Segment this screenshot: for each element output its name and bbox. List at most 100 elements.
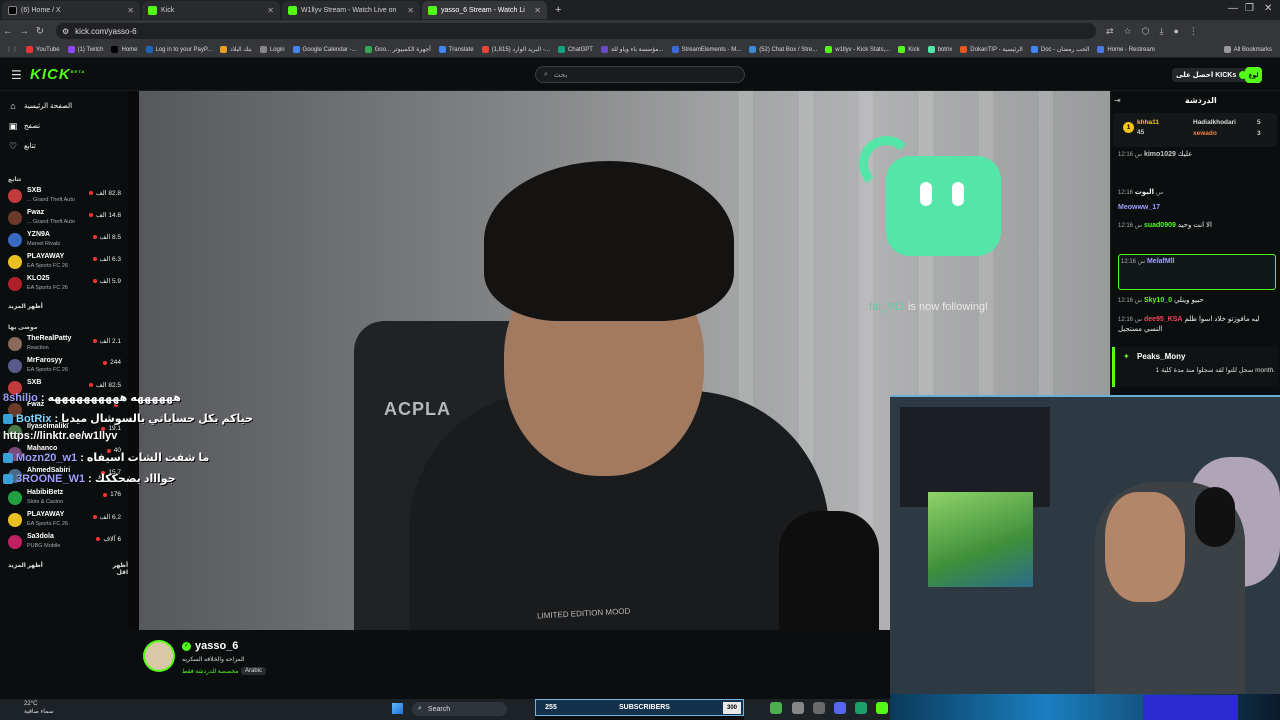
url-field[interactable]: ⚙ kick.com/yasso-6 <box>56 23 1096 39</box>
all-bookmarks[interactable]: All Bookmarks <box>1223 46 1272 53</box>
channel-name: TheRealPatty <box>27 335 72 342</box>
bookmark-item[interactable]: w1llyv - Kick Stats,... <box>825 46 890 53</box>
bookmark-item[interactable]: botrix <box>927 46 952 53</box>
app-icon[interactable] <box>876 702 888 714</box>
live-dot-icon <box>92 279 97 283</box>
app-icon[interactable] <box>792 702 804 714</box>
subscriber-goal-bar: 255 SUBSCRIBERS 300 <box>535 699 744 716</box>
viewer-count: 82.8 الف <box>89 189 121 197</box>
bookmark-item[interactable]: (1) Twitch <box>67 46 103 53</box>
close-icon[interactable]: ✕ <box>267 6 274 15</box>
hamburger-menu-icon[interactable]: ☰ <box>11 68 22 82</box>
channel-name: Fwaz <box>27 209 45 216</box>
browser-tab-kick[interactable]: Kick ✕ <box>142 1 280 19</box>
browser-tab-x[interactable]: (6) Home / X ✕ <box>2 1 140 19</box>
show-more-recommended[interactable]: أظهر المزيد <box>8 562 43 569</box>
reload-icon[interactable]: ↻ <box>32 26 48 37</box>
channel-category: Grand Theft Auto ... <box>27 197 75 203</box>
download-icon[interactable]: ⤓ <box>1159 26 1163 37</box>
kick-icon <box>288 5 297 15</box>
nav-following[interactable]: ♡ تتابع <box>8 138 126 154</box>
leader-count: 5 <box>1257 119 1261 126</box>
show-more-following[interactable]: أظهر المزيد <box>8 303 43 310</box>
back-icon[interactable]: ← <box>0 26 16 37</box>
show-less[interactable]: أظهر اقل <box>100 562 128 576</box>
new-tab-button[interactable]: + <box>555 4 561 16</box>
stream-category[interactable]: مخصصة للدردشة فقط <box>182 668 238 675</box>
webcam-overlay <box>890 395 1280 720</box>
bookmark-star-icon[interactable]: ☆ <box>1124 26 1132 37</box>
following-channel[interactable]: PLAYAWAY EA Sports FC 26 6.3 الف <box>8 251 121 273</box>
bookmark-item[interactable]: مؤسسة باء وياو للة... <box>600 46 664 53</box>
streamer-username[interactable]: yasso_6 <box>195 640 238 652</box>
search-input[interactable]: ⌕ بحث <box>535 66 745 83</box>
forward-icon[interactable]: → <box>16 26 32 37</box>
translate-icon[interactable]: ⇄ <box>1106 26 1114 37</box>
channel-category: Marvel Rivals <box>27 241 61 247</box>
following-channel[interactable]: YZN9A Marvel Rivals 8.5 الف <box>8 229 121 251</box>
app-icon[interactable] <box>855 702 867 714</box>
extensions-icon[interactable]: ⬡ <box>1142 26 1150 37</box>
home-icon: ⌂ <box>10 101 16 111</box>
bookmark-item[interactable]: Doc - الحب رمضان <box>1030 46 1089 53</box>
overlay-chat-line: 8shilio : ههههههه ههههههههههه <box>3 392 181 404</box>
login-button[interactable]: لوغ <box>1245 67 1262 83</box>
weather-widget[interactable]: 22°C سماء صافية <box>24 700 54 716</box>
live-dot-icon <box>92 235 97 239</box>
discord-icon[interactable] <box>834 702 846 714</box>
nav-browse[interactable]: ▣ تصفح <box>8 118 126 134</box>
bookmark-item[interactable]: Home - Restream <box>1097 46 1155 53</box>
following-channel[interactable]: SXB Grand Theft Auto ... 82.8 الف <box>8 185 121 207</box>
overlay-chat-link: https://linktr.ee/w1llyv <box>3 430 118 442</box>
bookmark-item[interactable]: DokanTIP - الرئيسية <box>960 46 1023 53</box>
bookmark-item[interactable]: بنك البلاد <box>220 46 252 53</box>
overlay-chat-line: BotRix : حياكم بكل حساباتي بالسوشال ميدي… <box>3 412 253 425</box>
minimize-icon[interactable]: — <box>1228 3 1238 14</box>
close-window-icon[interactable]: ✕ <box>1264 3 1272 14</box>
maximize-icon[interactable]: ❐ <box>1245 3 1254 14</box>
browser-tab-yasso[interactable]: yasso_6 Stream - Watch Li ✕ <box>422 1 547 19</box>
close-icon[interactable]: ✕ <box>127 6 134 15</box>
bookmark-item[interactable]: Login <box>259 46 285 53</box>
bookmark-item[interactable]: Kick <box>898 46 920 53</box>
app-icon[interactable] <box>770 702 782 714</box>
kick-logo[interactable]: KICKBETA <box>30 66 85 83</box>
verified-icon: ✓ <box>182 642 191 651</box>
apps-icon[interactable]: ⋮⋮ <box>6 46 18 53</box>
bookmark-item[interactable]: Google Calendar -... <box>292 46 357 53</box>
browser-tab-w1llyv[interactable]: W1llyv Stream - Watch Live on ✕ <box>282 1 420 19</box>
bookmark-item[interactable]: Translate <box>438 46 474 53</box>
language-tag[interactable]: Arabic <box>241 667 267 675</box>
taskbar-search[interactable]: ⌕ Search <box>412 702 507 716</box>
channel-name: YZN9A <box>27 231 50 238</box>
close-icon[interactable]: ✕ <box>534 6 541 15</box>
menu-icon[interactable]: ⋮ <box>1189 26 1198 37</box>
bookmark-item[interactable]: ChatGPT <box>557 46 593 53</box>
site-info-icon[interactable]: ⚙ <box>62 27 69 36</box>
overlay-chat-line: 3ROONE_W1 : جواااد يضحككك <box>3 472 176 485</box>
recommended-channel[interactable]: MrFarosyy EA Sports FC 26 244 <box>8 355 121 377</box>
collapse-chat-icon[interactable]: ⇥ <box>1114 96 1121 105</box>
bookmark-item[interactable]: Goo... أجهزة الكمبيوتر <box>364 46 431 53</box>
windows-start-icon[interactable] <box>392 703 403 714</box>
bookmark-item[interactable]: YouTube <box>26 46 60 53</box>
profile-icon[interactable]: ● <box>1173 26 1178 36</box>
bookmark-item[interactable]: (52) Chat Box / Stre... <box>749 46 817 53</box>
close-icon[interactable]: ✕ <box>407 6 414 15</box>
app-icon[interactable] <box>813 702 825 714</box>
recommended-channel[interactable]: TheRealPatty Reaction 2.1 الف <box>8 333 121 355</box>
recommended-channel[interactable]: PLAYAWAY EA Sports FC 26 6.2 الف <box>8 509 121 531</box>
following-channel[interactable]: Fwaz Grand Theft Auto ... 14.8 الف <box>8 207 121 229</box>
channel-category: EA Sports FC 26 <box>27 367 68 373</box>
bookmark-item[interactable]: (1,815) البريد الوارد -... <box>481 46 550 53</box>
following-channel[interactable]: KLO25 EA Sports FC 26 5.9 الف <box>8 273 121 295</box>
recommended-channel[interactable]: Sa3dola PUBG Mobile 6 آلاف <box>8 531 121 553</box>
streamer-avatar[interactable] <box>143 640 175 672</box>
bookmark-item[interactable]: Home <box>111 46 138 53</box>
follow-alert: fat_911 is now following! <box>869 301 988 313</box>
nav-home[interactable]: ⌂ الصفحة الرئيسية <box>8 98 126 114</box>
leader-user: xewado <box>1193 130 1217 137</box>
bookmark-item[interactable]: StreamElements - M... <box>671 46 741 53</box>
bookmark-item[interactable]: Log in to your PayP... <box>145 46 212 53</box>
get-kicks-button[interactable]: احصل على KICKs <box>1172 68 1252 82</box>
